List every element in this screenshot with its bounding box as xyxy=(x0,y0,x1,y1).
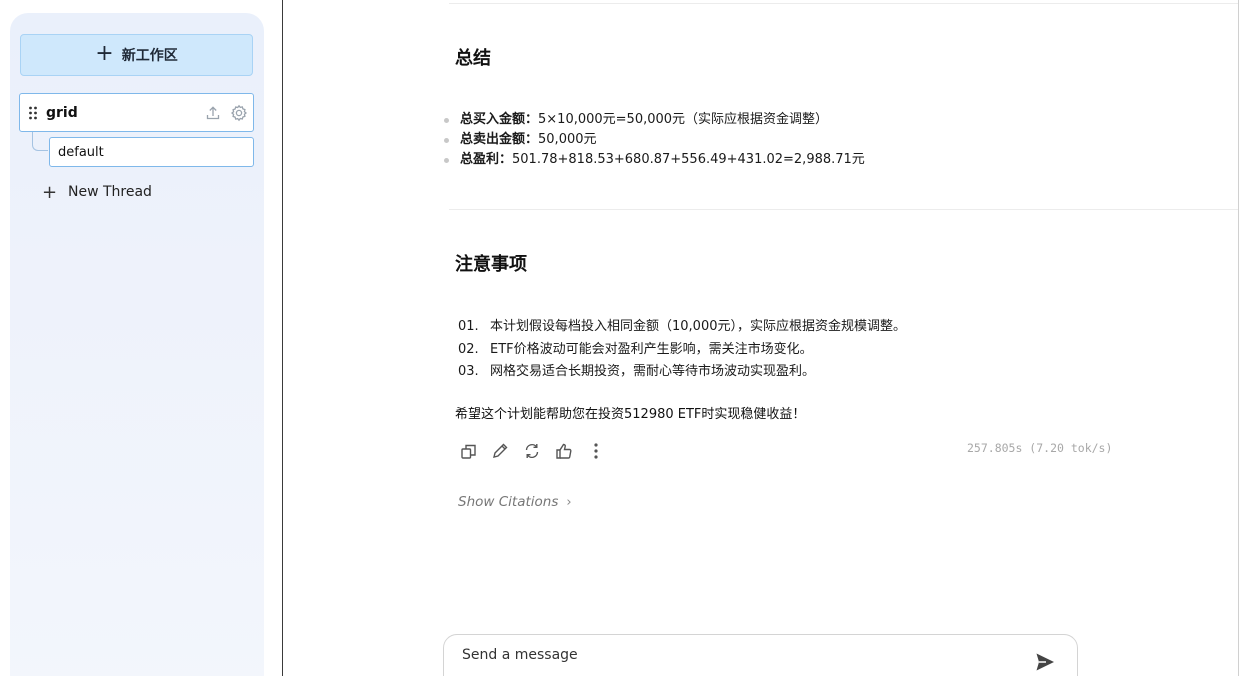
list-item: 03. 网格交易适合长期投资，需耐心等待市场波动实现盈利。 xyxy=(458,364,816,379)
regenerate-icon[interactable] xyxy=(521,440,543,462)
list-item: 总买入金额： 5×10,000元=50,000元（实际应根据资金调整） xyxy=(444,110,865,130)
more-icon[interactable] xyxy=(585,440,607,462)
send-icon[interactable] xyxy=(1034,651,1058,675)
summary-list: 总买入金额： 5×10,000元=50,000元（实际应根据资金调整） 总卖出金额… xyxy=(444,110,865,170)
workspace-item[interactable]: grid xyxy=(19,93,254,132)
drag-handle-icon[interactable] xyxy=(20,106,46,120)
show-citations-button[interactable]: Show Citations › xyxy=(458,494,572,510)
notes-list: 01. 本计划假设每档投入相同金额（10,000元），实际应根据资金规模调整。 0… xyxy=(458,316,906,384)
summary-heading: 总结 xyxy=(455,48,491,69)
sidebar: + 新工作区 grid default + New Thread xyxy=(10,13,264,676)
new-thread-button[interactable]: + New Thread xyxy=(42,180,152,204)
message-input[interactable] xyxy=(462,647,1002,663)
tree-connector xyxy=(32,132,48,151)
thread-name-input[interactable] xyxy=(49,137,254,167)
list-item: 总盈利： 501.78+818.53+680.87+556.49+431.02=2… xyxy=(444,150,865,170)
plus-icon: + xyxy=(95,41,114,66)
list-item: 总卖出金额： 50,000元 xyxy=(444,130,865,150)
gear-icon[interactable] xyxy=(227,101,251,125)
workspace-name: grid xyxy=(46,104,78,121)
list-item: 02. ETF价格波动可能会对盈利产生影响，需关注市场变化。 xyxy=(458,341,813,357)
message-actions xyxy=(457,440,617,462)
app-window: + 新工作区 grid default + New Thread 总结 总买入金… xyxy=(0,0,1248,676)
new-workspace-label: 新工作区 xyxy=(121,48,178,64)
plus-icon: + xyxy=(42,181,58,203)
divider xyxy=(449,209,1238,210)
upload-icon[interactable] xyxy=(201,101,225,125)
closing-text: 希望这个计划能帮助您在投资512980 ETF时实现稳健收益！ xyxy=(455,407,806,422)
citations-label: Show Citations xyxy=(458,494,559,510)
thumbs-up-icon[interactable] xyxy=(553,440,575,462)
new-thread-label: New Thread xyxy=(68,184,152,200)
main-right-border xyxy=(1238,0,1239,676)
list-item: 01. 本计划假设每档投入相同金额（10,000元），实际应根据资金规模调整。 xyxy=(458,319,906,334)
main-left-border xyxy=(282,0,283,676)
copy-icon[interactable] xyxy=(457,440,479,462)
generation-timing: 257.805s (7.20 tok/s) xyxy=(967,441,1113,455)
chevron-right-icon: › xyxy=(566,494,572,510)
notes-heading: 注意事项 xyxy=(455,254,527,275)
divider xyxy=(449,3,1238,4)
new-workspace-button[interactable]: + 新工作区 xyxy=(20,34,253,76)
edit-icon[interactable] xyxy=(489,440,511,462)
message-composer xyxy=(443,634,1078,676)
